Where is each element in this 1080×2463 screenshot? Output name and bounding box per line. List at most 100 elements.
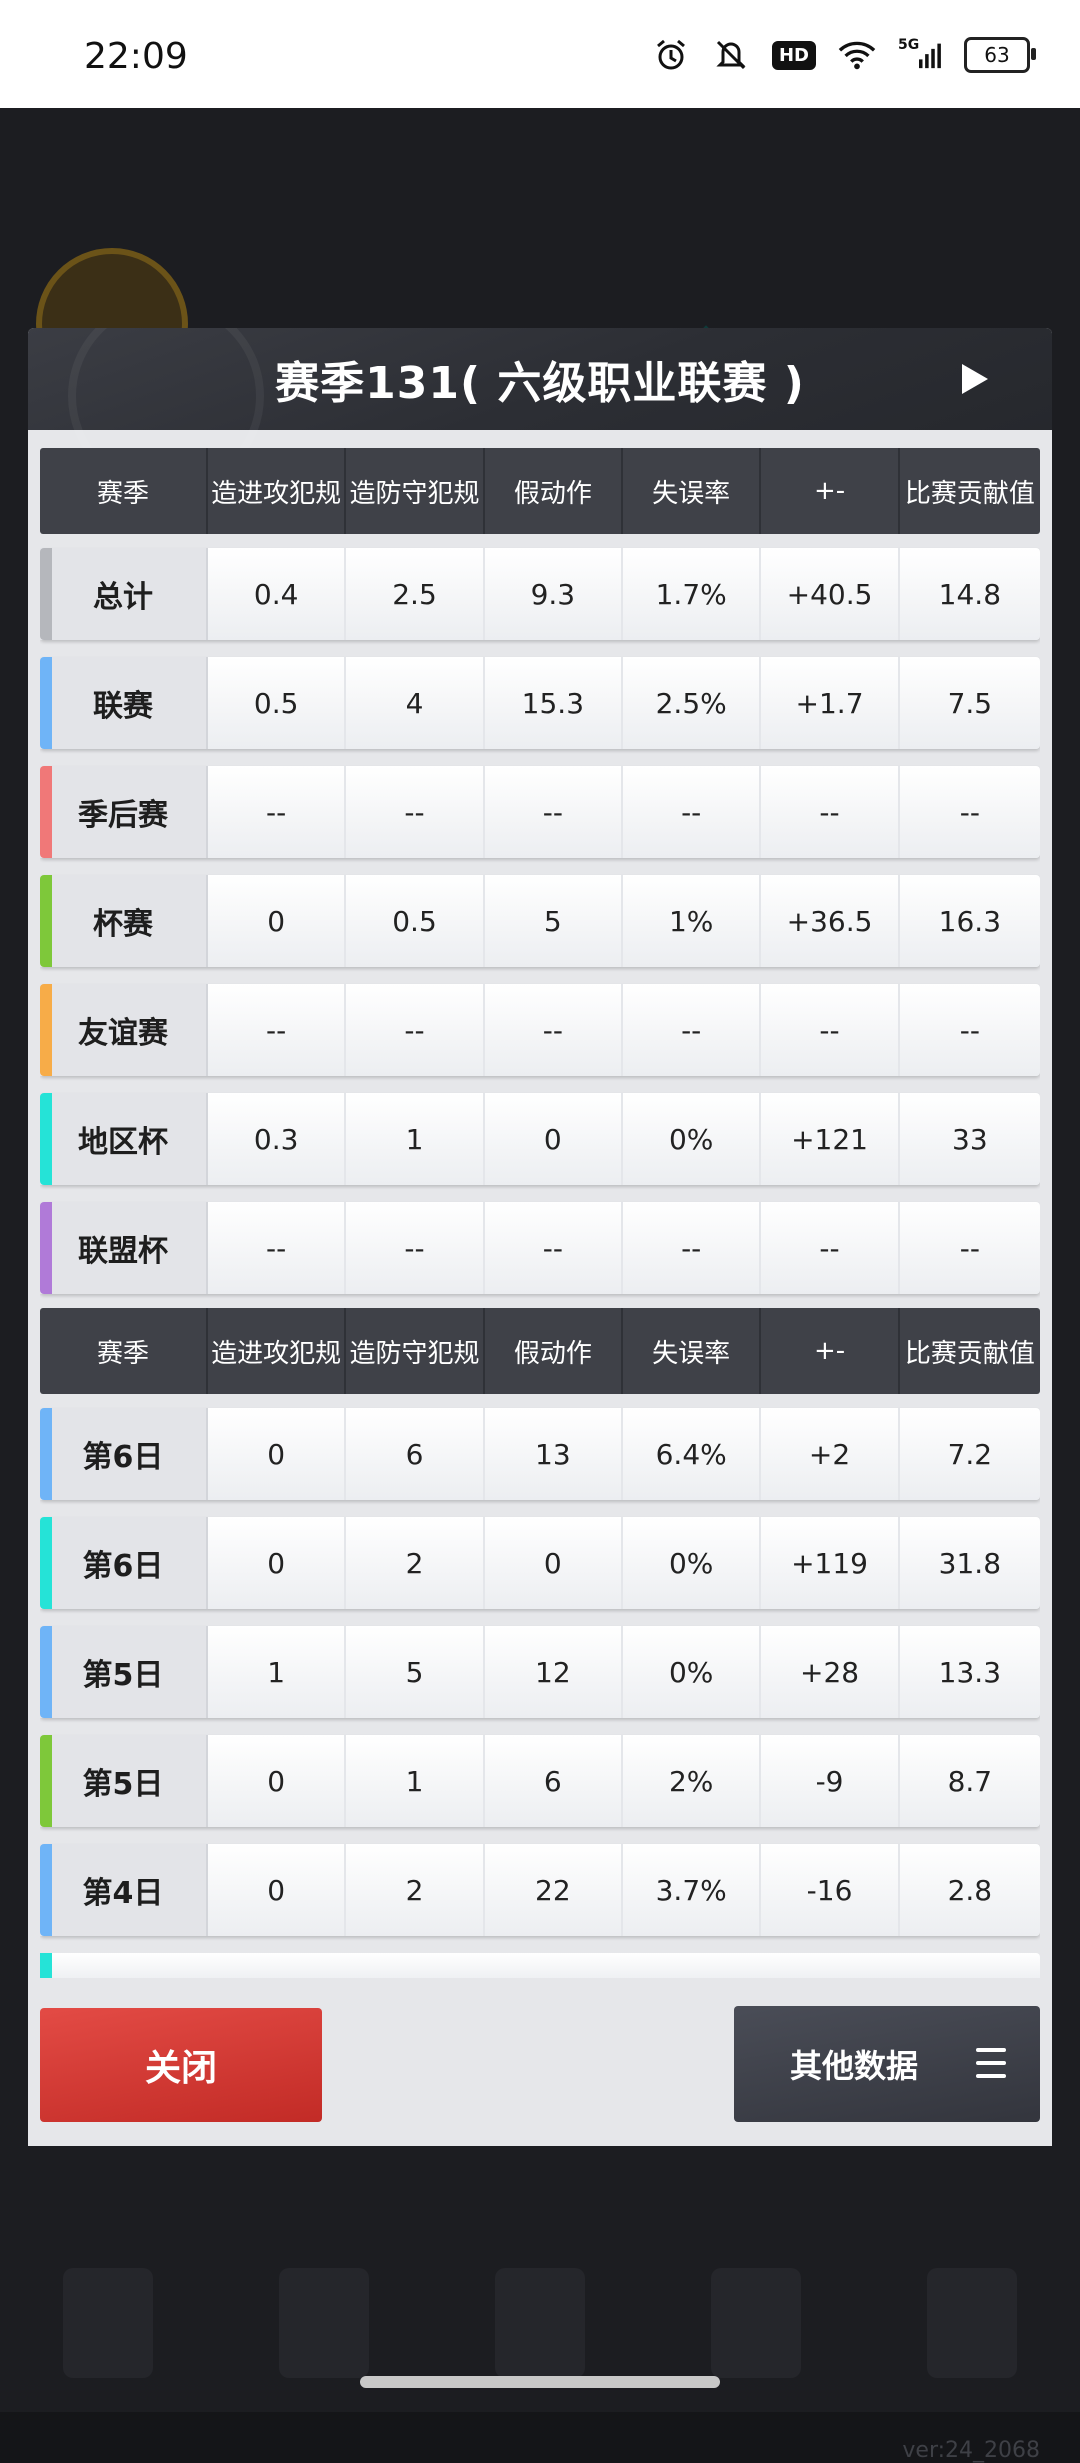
modal-header: 赛季131( 六级职业联赛 )	[28, 328, 1052, 494]
table-row[interactable]: 总计 0.4 2.5 9.3 1.7% +40.5 14.8	[40, 548, 1040, 640]
row-stripe	[40, 1844, 52, 1936]
other-data-button[interactable]: 其他数据	[734, 2006, 1040, 2122]
table-cell: --	[485, 766, 624, 858]
row-stripe	[40, 1626, 52, 1718]
table-cell: +2	[761, 1408, 900, 1500]
table-cell: --	[485, 1202, 624, 1294]
table-cell: 0	[208, 1844, 347, 1936]
row-stripe	[40, 875, 52, 967]
column-header: 造防守犯规	[346, 1308, 485, 1394]
alarm-icon	[652, 36, 690, 74]
table-cell: 22	[485, 1844, 624, 1936]
close-button[interactable]: 关闭	[40, 2008, 322, 2122]
table-cell: --	[761, 984, 900, 1076]
column-header: 造进攻犯规	[208, 1308, 347, 1394]
stats-content[interactable]: 赛季 造进攻犯规 造防守犯规 假动作 失误率 +- 比赛贡献值 总计 0.4 2.5 9.3 1.7%…	[40, 448, 1040, 1978]
table-cell: --	[761, 766, 900, 858]
column-header: +-	[761, 1308, 900, 1394]
row-stripe	[40, 1093, 52, 1185]
row-label: 第6日	[40, 1517, 208, 1609]
table-cell: 6	[346, 1408, 485, 1500]
table-cell: --	[761, 1202, 900, 1294]
table-cell: --	[485, 984, 624, 1076]
row-label: 联赛	[40, 657, 208, 749]
table-cell: 0	[485, 1517, 624, 1609]
table-cell: 1%	[623, 875, 762, 967]
column-header: +-	[761, 448, 900, 534]
row-stripe	[40, 984, 52, 1076]
row-stripe	[40, 657, 52, 749]
column-header: 赛季	[40, 1308, 208, 1394]
table-cell: 2	[346, 1844, 485, 1936]
table-cell: 6	[485, 1735, 624, 1827]
modal-title: 赛季131( 六级职业联赛 )	[275, 358, 805, 409]
row-label: 联盟杯	[40, 1202, 208, 1294]
column-header: 假动作	[485, 448, 624, 534]
table-row[interactable]: 友谊赛 -- -- -- -- -- --	[40, 984, 1040, 1076]
table-cell: 1	[208, 1626, 347, 1718]
table-row[interactable]: 第6日 0 6 13 6.4% +2 7.2	[40, 1408, 1040, 1500]
row-stripe	[40, 1953, 52, 1978]
column-header: 造防守犯规	[346, 448, 485, 534]
table-cell: 0%	[623, 1093, 762, 1185]
table-row[interactable]: 第5日 1 5 12 0% +28 13.3	[40, 1626, 1040, 1718]
table-cell: 8.7	[947, 1764, 993, 1798]
table-row[interactable]	[40, 1953, 1040, 1978]
column-header: 赛季	[40, 448, 208, 534]
table-row[interactable]: 季后赛 -- -- -- -- -- --	[40, 766, 1040, 858]
table-cell: 0	[208, 1517, 347, 1609]
status-bar: 22:09 HD 5G 63	[0, 0, 1080, 108]
menu-icon	[976, 2048, 1006, 2078]
bottom-nav	[0, 2248, 1080, 2448]
version-label: ver:24_2068	[902, 2438, 1040, 2463]
clock: 22:09	[84, 36, 188, 77]
table-cell: --	[346, 766, 485, 858]
mute-icon	[712, 36, 750, 74]
table-cell: --	[208, 984, 347, 1076]
table-cell: -16	[761, 1844, 900, 1936]
row-label: 地区杯	[40, 1093, 208, 1185]
daily-stats-table: 赛季 造进攻犯规 造防守犯规 假动作 失误率 +- 比赛贡献值 第6日 0 6 13 6.4% +2 7.…	[40, 1308, 1040, 1936]
row-stripe	[40, 1408, 52, 1500]
table-cell: --	[208, 1202, 347, 1294]
table-row[interactable]: 联赛 0.5 4 15.3 2.5% +1.7 7.5	[40, 657, 1040, 749]
table-cell: 2	[346, 1517, 485, 1609]
table-row[interactable]: 第5日 0 1 6 2% -9 8.7	[40, 1735, 1040, 1827]
row-stripe	[40, 1735, 52, 1827]
table-row[interactable]: 第4日 0 2 22 3.7% -16 2.8	[40, 1844, 1040, 1936]
table-cell: 13	[485, 1408, 624, 1500]
table-row[interactable]: 杯赛 0 0.5 5 1% +36.5 16.3	[40, 875, 1040, 967]
nav-item	[279, 2268, 369, 2378]
table-cell: 0	[485, 1093, 624, 1185]
table-row[interactable]: 地区杯 0.3 1 0 0% +121 33	[40, 1093, 1040, 1185]
column-header: 比赛贡献值	[904, 478, 1035, 509]
table-cell: +1.7	[761, 657, 900, 749]
table-cell: 0.5	[346, 875, 485, 967]
row-label: 第4日	[40, 1844, 208, 1936]
table-cell: 1	[346, 1093, 485, 1185]
row-label: 杯赛	[40, 875, 208, 967]
table-cell: 2.8	[947, 1873, 993, 1907]
table-header: 赛季 造进攻犯规 造防守犯规 假动作 失误率 +- 比赛贡献值	[40, 448, 1040, 534]
row-stripe	[40, 548, 52, 640]
table-cell: 0%	[623, 1626, 762, 1718]
next-arrow-icon[interactable]	[962, 364, 988, 394]
table-row[interactable]: 联盟杯 -- -- -- -- -- --	[40, 1202, 1040, 1294]
season-summary-table: 赛季 造进攻犯规 造防守犯规 假动作 失误率 +- 比赛贡献值总计 0.4 2.5 9.3 1.7%…	[40, 448, 1040, 1294]
home-indicator[interactable]	[360, 2376, 720, 2388]
table-cell: 14.8	[938, 577, 1002, 611]
table-cell: 7.5	[947, 686, 993, 720]
other-data-label: 其他数据	[790, 2047, 919, 2085]
hd-icon: HD	[771, 40, 816, 70]
battery-icon: 63	[964, 37, 1036, 73]
table-cell: --	[959, 1231, 980, 1265]
table-cell: 13.3	[938, 1655, 1002, 1689]
table-cell: 5	[485, 875, 624, 967]
table-cell: 33	[952, 1122, 988, 1156]
table-cell: --	[623, 766, 762, 858]
row-stripe	[40, 1202, 52, 1294]
column-header: 失误率	[623, 1308, 762, 1394]
table-cell: +28	[761, 1626, 900, 1718]
table-row[interactable]: 第6日 0 2 0 0% +119 31.8	[40, 1517, 1040, 1609]
table-cell: +36.5	[761, 875, 900, 967]
